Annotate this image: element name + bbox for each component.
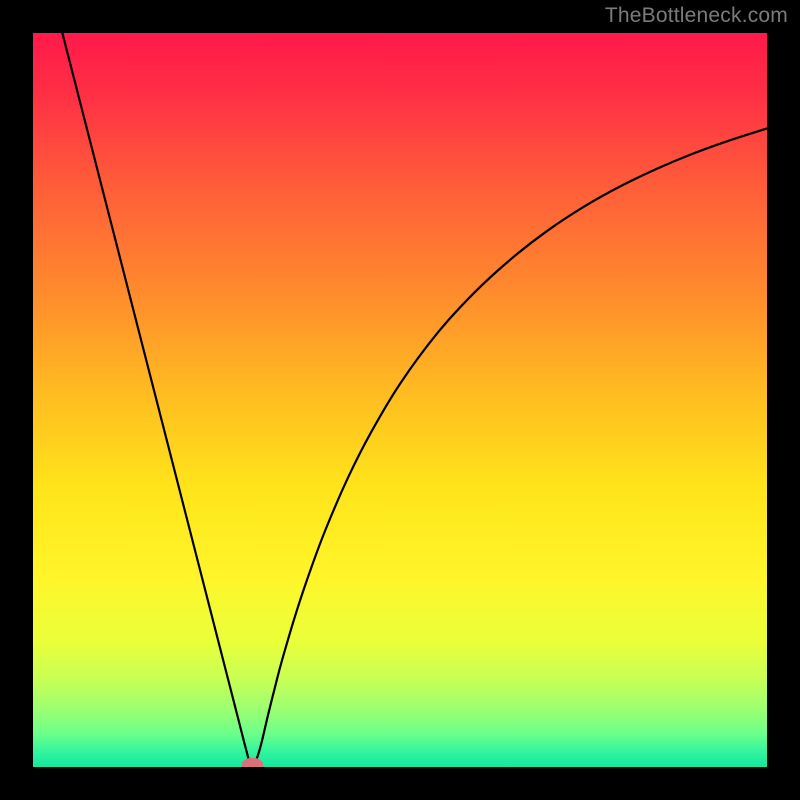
outer-frame: TheBottleneck.com [0, 0, 800, 800]
gradient-rect [33, 33, 767, 767]
minimum-marker [242, 758, 263, 767]
chart-plot-area [33, 33, 767, 767]
chart-svg [33, 33, 767, 767]
watermark-text: TheBottleneck.com [605, 4, 788, 28]
